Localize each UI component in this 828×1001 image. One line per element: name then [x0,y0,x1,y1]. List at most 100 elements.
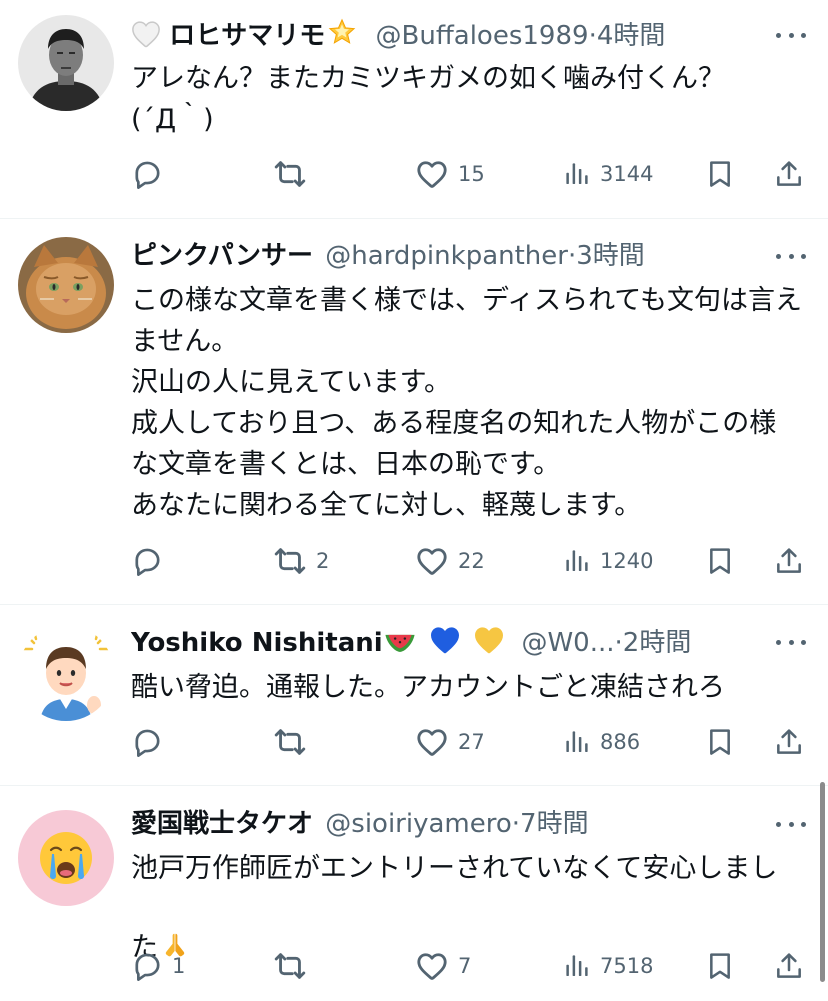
like-count: 15 [458,162,485,186]
like-button[interactable]: 22 [414,541,485,581]
retweet-button[interactable] [272,154,316,194]
share-icon [773,726,805,758]
like-button[interactable]: 7 [414,946,471,986]
white-heart-icon [131,20,161,54]
display-name[interactable]: Yoshiko Nishitani [131,628,383,658]
more-options-icon[interactable] [776,627,806,657]
reply-icon [130,157,164,191]
bookmark-icon [704,158,736,190]
like-icon [414,543,450,579]
watermelon-icon [383,627,417,661]
tweet-4[interactable]: 愛国戦士タケオ @sioiriyamero·7時間 池戸万作師匠がエントリーされ… [0,786,828,1001]
share-button[interactable] [773,154,805,194]
display-name[interactable]: ピンクパンサー [131,241,313,271]
timestamp[interactable]: 4時間 [597,21,666,51]
timestamp[interactable]: 3時間 [576,241,645,271]
more-options-icon[interactable] [776,809,806,839]
timestamp[interactable]: 7時間 [520,809,589,839]
views-icon [562,951,592,981]
scrollbar[interactable] [820,782,825,982]
user-handle[interactable]: @hardpinkpanther [325,241,568,271]
tweet-actions: 27 886 [0,722,828,762]
more-options-icon[interactable] [776,241,806,271]
view-count: 1240 [600,549,654,573]
views-button[interactable]: 886 [562,722,640,762]
bookmark-button[interactable] [704,722,736,762]
tweet-actions: 15 3144 [0,154,828,194]
separator-dot: · [511,809,521,839]
reply-button[interactable] [130,541,172,581]
yellow-heart-icon [473,625,505,661]
share-button[interactable] [773,722,805,762]
retweet-count: 2 [316,549,330,573]
view-count: 3144 [600,162,654,186]
bookmark-button[interactable] [704,541,736,581]
avatar[interactable] [18,625,114,721]
like-count: 27 [458,730,485,754]
like-button[interactable]: 27 [414,722,485,762]
like-icon [414,156,450,192]
share-icon [773,950,805,982]
retweet-icon [272,948,308,984]
share-icon [773,545,805,577]
avatar[interactable] [18,810,114,906]
user-handle[interactable]: @sioiriyamero [325,809,511,839]
bookmark-icon [704,950,736,982]
tweet-text: アレなん？またカミツキガメの如く噛み付くん？ (´Д｀) [131,63,725,135]
separator-dot: · [588,21,597,51]
reply-button[interactable]: 1 [130,946,185,986]
more-options-icon[interactable] [776,20,806,50]
reply-button[interactable] [130,154,172,194]
like-icon [414,948,450,984]
blue-heart-icon [429,625,461,661]
user-handle[interactable]: @W0... [521,628,614,658]
user-handle[interactable]: @Buffaloes1989 [376,21,589,51]
reply-icon [130,725,164,759]
tweet-header: 愛国戦士タケオ @sioiriyamero·7時間 [131,806,758,842]
timestamp[interactable]: 2時間 [623,628,692,658]
share-button[interactable] [773,946,805,986]
reply-count: 1 [172,954,186,978]
like-button[interactable]: 15 [414,154,485,194]
views-icon [562,159,592,189]
tweet-1[interactable]: ロヒサマリモ @Buffaloes1989·4時間 アレなん？またカミツキガメの… [0,0,828,218]
tweet-actions: 2 22 1240 [0,541,828,581]
tweet-3[interactable]: Yoshiko Nishitani @W0...·2時間 酷い脅迫。通報した。ア… [0,605,828,785]
tweet-header: Yoshiko Nishitani @W0...·2時間 [131,625,758,661]
tweet-2[interactable]: ピンクパンサー @hardpinkpanther·3時間 この様な文章を書く様で… [0,219,828,604]
reply-icon [130,949,164,983]
views-button[interactable]: 7518 [562,946,653,986]
bookmark-button[interactable] [704,946,736,986]
views-icon [562,546,592,576]
glowing-star-icon [327,18,357,54]
retweet-button[interactable] [272,722,316,762]
display-name[interactable]: 愛国戦士タケオ [131,809,313,839]
view-count: 7518 [600,954,654,978]
avatar[interactable] [18,237,114,333]
views-button[interactable]: 3144 [562,154,653,194]
like-count: 7 [458,954,472,978]
like-count: 22 [458,549,485,573]
display-name[interactable]: ロヒサマリモ [169,21,325,51]
tweet-text: この様な文章を書く様では、ディスられても文句は言えません。 沢山の人に見えていま… [131,285,802,521]
retweet-button[interactable] [272,946,316,986]
tweet-header: ロヒサマリモ @Buffaloes1989·4時間 [131,18,758,54]
view-count: 886 [600,730,641,754]
bookmark-icon [704,726,736,758]
bookmark-icon [704,545,736,577]
bookmark-button[interactable] [704,154,736,194]
like-icon [414,724,450,760]
reply-button[interactable] [130,722,172,762]
reply-icon [130,544,164,578]
separator-dot: · [614,628,623,658]
share-button[interactable] [773,541,805,581]
retweet-icon [272,724,308,760]
views-button[interactable]: 1240 [562,541,653,581]
avatar[interactable] [18,15,114,111]
separator-dot: · [567,241,577,271]
tweet-header: ピンクパンサー @hardpinkpanther·3時間 [131,238,758,274]
tweet-text: 酷い脅迫。通報した。アカウントごと凍結されろ [131,672,725,703]
retweet-icon [272,543,308,579]
retweet-button[interactable]: 2 [272,541,329,581]
retweet-icon [272,156,308,192]
